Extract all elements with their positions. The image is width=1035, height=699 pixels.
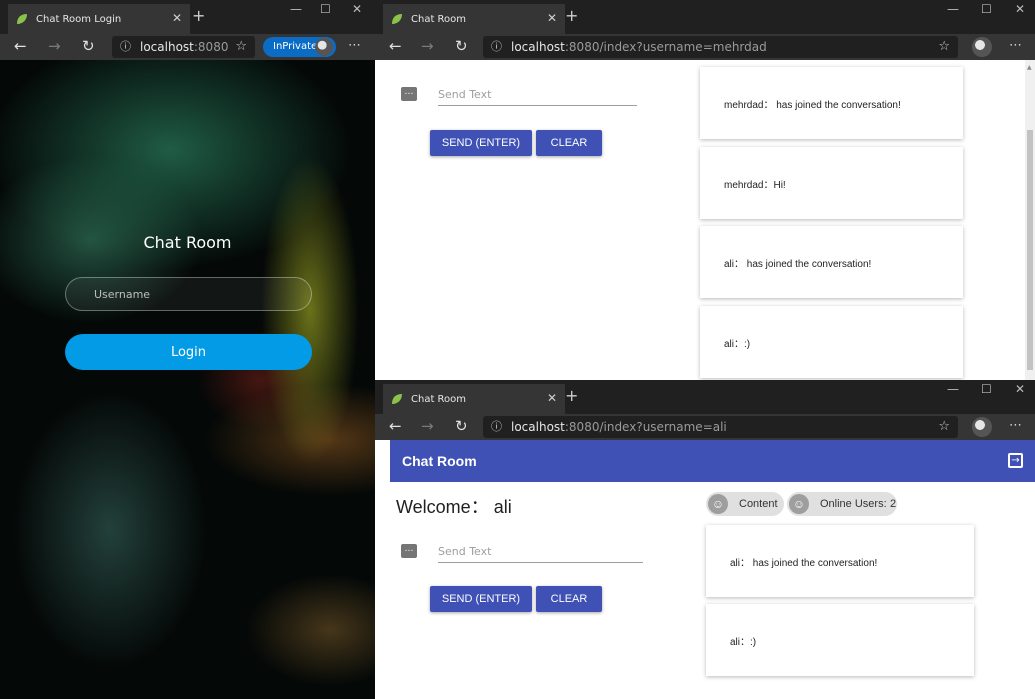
back-icon[interactable]: ← (14, 37, 27, 55)
mehrdad-browser-window: Chat Room ✕ + — ☐ ✕ ← → ↻ ⓘ localhost:80… (375, 0, 1035, 380)
more-options-icon[interactable]: ⋯ (1009, 38, 1022, 53)
maximize-icon[interactable]: ☐ (981, 2, 992, 16)
message-icon: … (401, 544, 417, 558)
more-options-icon[interactable]: ⋯ (348, 38, 361, 53)
profile-avatar (315, 38, 333, 56)
forward-icon[interactable]: → (421, 37, 434, 55)
message-card: ali： has joined the conversation! (706, 525, 974, 597)
face-icon: ☺ (789, 494, 809, 514)
message-icon: … (401, 87, 417, 101)
send-button[interactable]: SEND (ENTER) (430, 586, 532, 612)
close-tab-icon[interactable]: ✕ (547, 11, 557, 25)
tab-bar: Chat Room ✕ + — ☐ ✕ (375, 380, 1035, 414)
close-window-icon[interactable]: ✕ (1015, 382, 1025, 396)
tab-title: Chat Room (411, 13, 467, 25)
username-input[interactable] (65, 277, 312, 311)
browser-tab[interactable]: Chat Room Login ✕ (8, 4, 190, 34)
address-bar: ← → ↻ ⓘ localhost:8080/index?username=al… (375, 414, 1035, 440)
favorite-star-icon[interactable]: ☆ (938, 416, 950, 438)
send-text-input[interactable] (438, 84, 637, 106)
message-text: ali： has joined the conversation! (724, 258, 872, 270)
login-browser-window: Chat Room Login ✕ + — ☐ ✕ ← → ↻ ⓘ localh… (0, 0, 375, 699)
favorite-star-icon[interactable]: ☆ (938, 36, 950, 58)
logout-icon[interactable]: → (1008, 453, 1023, 468)
message-text: ali：:) (730, 636, 757, 648)
send-text-input[interactable] (438, 541, 643, 563)
inprivate-badge[interactable]: InPrivate (263, 37, 336, 57)
maximize-icon[interactable]: ☐ (981, 382, 992, 396)
message-card: ali： has joined the conversation! (700, 226, 963, 298)
send-button[interactable]: SEND (ENTER) (430, 130, 532, 156)
profile-avatar[interactable] (972, 417, 992, 437)
tab-title: Chat Room (411, 393, 467, 405)
chat-page: … SEND (ENTER) CLEAR mehrdad： has joined… (375, 60, 1035, 380)
tab-bar: Chat Room Login ✕ + — ☐ ✕ (0, 0, 375, 34)
forward-icon[interactable]: → (421, 417, 434, 435)
forward-icon[interactable]: → (48, 37, 61, 55)
message-text: mehrdad： has joined the conversation! (724, 99, 901, 111)
url-field[interactable]: ⓘ localhost:8080 ☆ (112, 36, 255, 58)
clear-button[interactable]: CLEAR (536, 586, 602, 612)
spring-leaf-icon (392, 14, 402, 24)
message-text: ali： has joined the conversation! (730, 557, 878, 569)
minimize-icon[interactable]: — (947, 382, 959, 396)
url-field[interactable]: ⓘ localhost:8080/index?username=ali ☆ (483, 416, 958, 438)
new-tab-icon[interactable]: + (192, 6, 205, 25)
message-card: ali：:) (706, 604, 974, 676)
app-title: Chat Room (402, 453, 477, 469)
background-image (0, 60, 375, 699)
tab-bar: Chat Room ✕ + — ☐ ✕ (375, 0, 1035, 34)
scroll-up-icon[interactable]: ▲ (1027, 64, 1032, 71)
app-bar: Chat Room → (390, 440, 1035, 482)
message-text: ali：:) (724, 338, 751, 350)
back-icon[interactable]: ← (389, 37, 402, 55)
login-button[interactable]: Login (65, 334, 312, 370)
online-count: 2 (890, 498, 897, 510)
maximize-icon[interactable]: ☐ (320, 2, 331, 16)
back-icon[interactable]: ← (389, 417, 402, 435)
refresh-icon[interactable]: ↻ (455, 37, 468, 55)
new-tab-icon[interactable]: + (565, 6, 578, 25)
clear-button[interactable]: CLEAR (536, 130, 602, 156)
refresh-icon[interactable]: ↻ (455, 417, 468, 435)
online-users-chip[interactable]: ☺ Online Users: 2 (787, 492, 897, 516)
close-tab-icon[interactable]: ✕ (547, 391, 557, 405)
address-bar: ← → ↻ ⓘ localhost:8080 ☆ InPrivate ⋯ (0, 34, 375, 60)
message-card: mehrdad： has joined the conversation! (700, 67, 963, 139)
face-icon: ☺ (708, 494, 728, 514)
profile-avatar[interactable] (972, 37, 992, 57)
tab-title: Chat Room Login (36, 13, 122, 25)
browser-tab[interactable]: Chat Room ✕ (383, 384, 565, 414)
scrollbar-thumb[interactable] (1027, 130, 1033, 370)
vertical-scrollbar[interactable]: ▲ (1025, 60, 1035, 380)
browser-tab[interactable]: Chat Room ✕ (383, 4, 565, 34)
close-window-icon[interactable]: ✕ (352, 2, 362, 16)
message-card: ali：:) (700, 306, 963, 378)
content-chip[interactable]: ☺ Content (706, 492, 784, 516)
message-text: mehrdad：Hi! (724, 179, 786, 191)
chat-page: Chat Room → Welcome： ali ☺ Content ☺ Onl… (375, 440, 1035, 699)
login-title: Chat Room (143, 233, 232, 252)
new-tab-icon[interactable]: + (565, 386, 578, 405)
spring-leaf-icon (392, 394, 402, 404)
spring-leaf-icon (17, 14, 27, 24)
minimize-icon[interactable]: — (290, 2, 302, 16)
address-bar: ← → ↻ ⓘ localhost:8080/index?username=me… (375, 34, 1035, 60)
message-card: mehrdad：Hi! (700, 147, 963, 219)
close-tab-icon[interactable]: ✕ (172, 11, 182, 25)
favorite-star-icon[interactable]: ☆ (235, 36, 247, 58)
more-options-icon[interactable]: ⋯ (1009, 418, 1022, 433)
welcome-text: Welcome： ali (396, 497, 512, 517)
site-info-icon[interactable]: ⓘ (491, 416, 502, 438)
refresh-icon[interactable]: ↻ (82, 37, 95, 55)
minimize-icon[interactable]: — (947, 2, 959, 16)
ali-browser-window: Chat Room ✕ + — ☐ ✕ ← → ↻ ⓘ localhost:80… (375, 380, 1035, 699)
site-info-icon[interactable]: ⓘ (120, 36, 131, 58)
close-window-icon[interactable]: ✕ (1015, 2, 1025, 16)
site-info-icon[interactable]: ⓘ (491, 36, 502, 58)
url-field[interactable]: ⓘ localhost:8080/index?username=mehrdad … (483, 36, 958, 58)
